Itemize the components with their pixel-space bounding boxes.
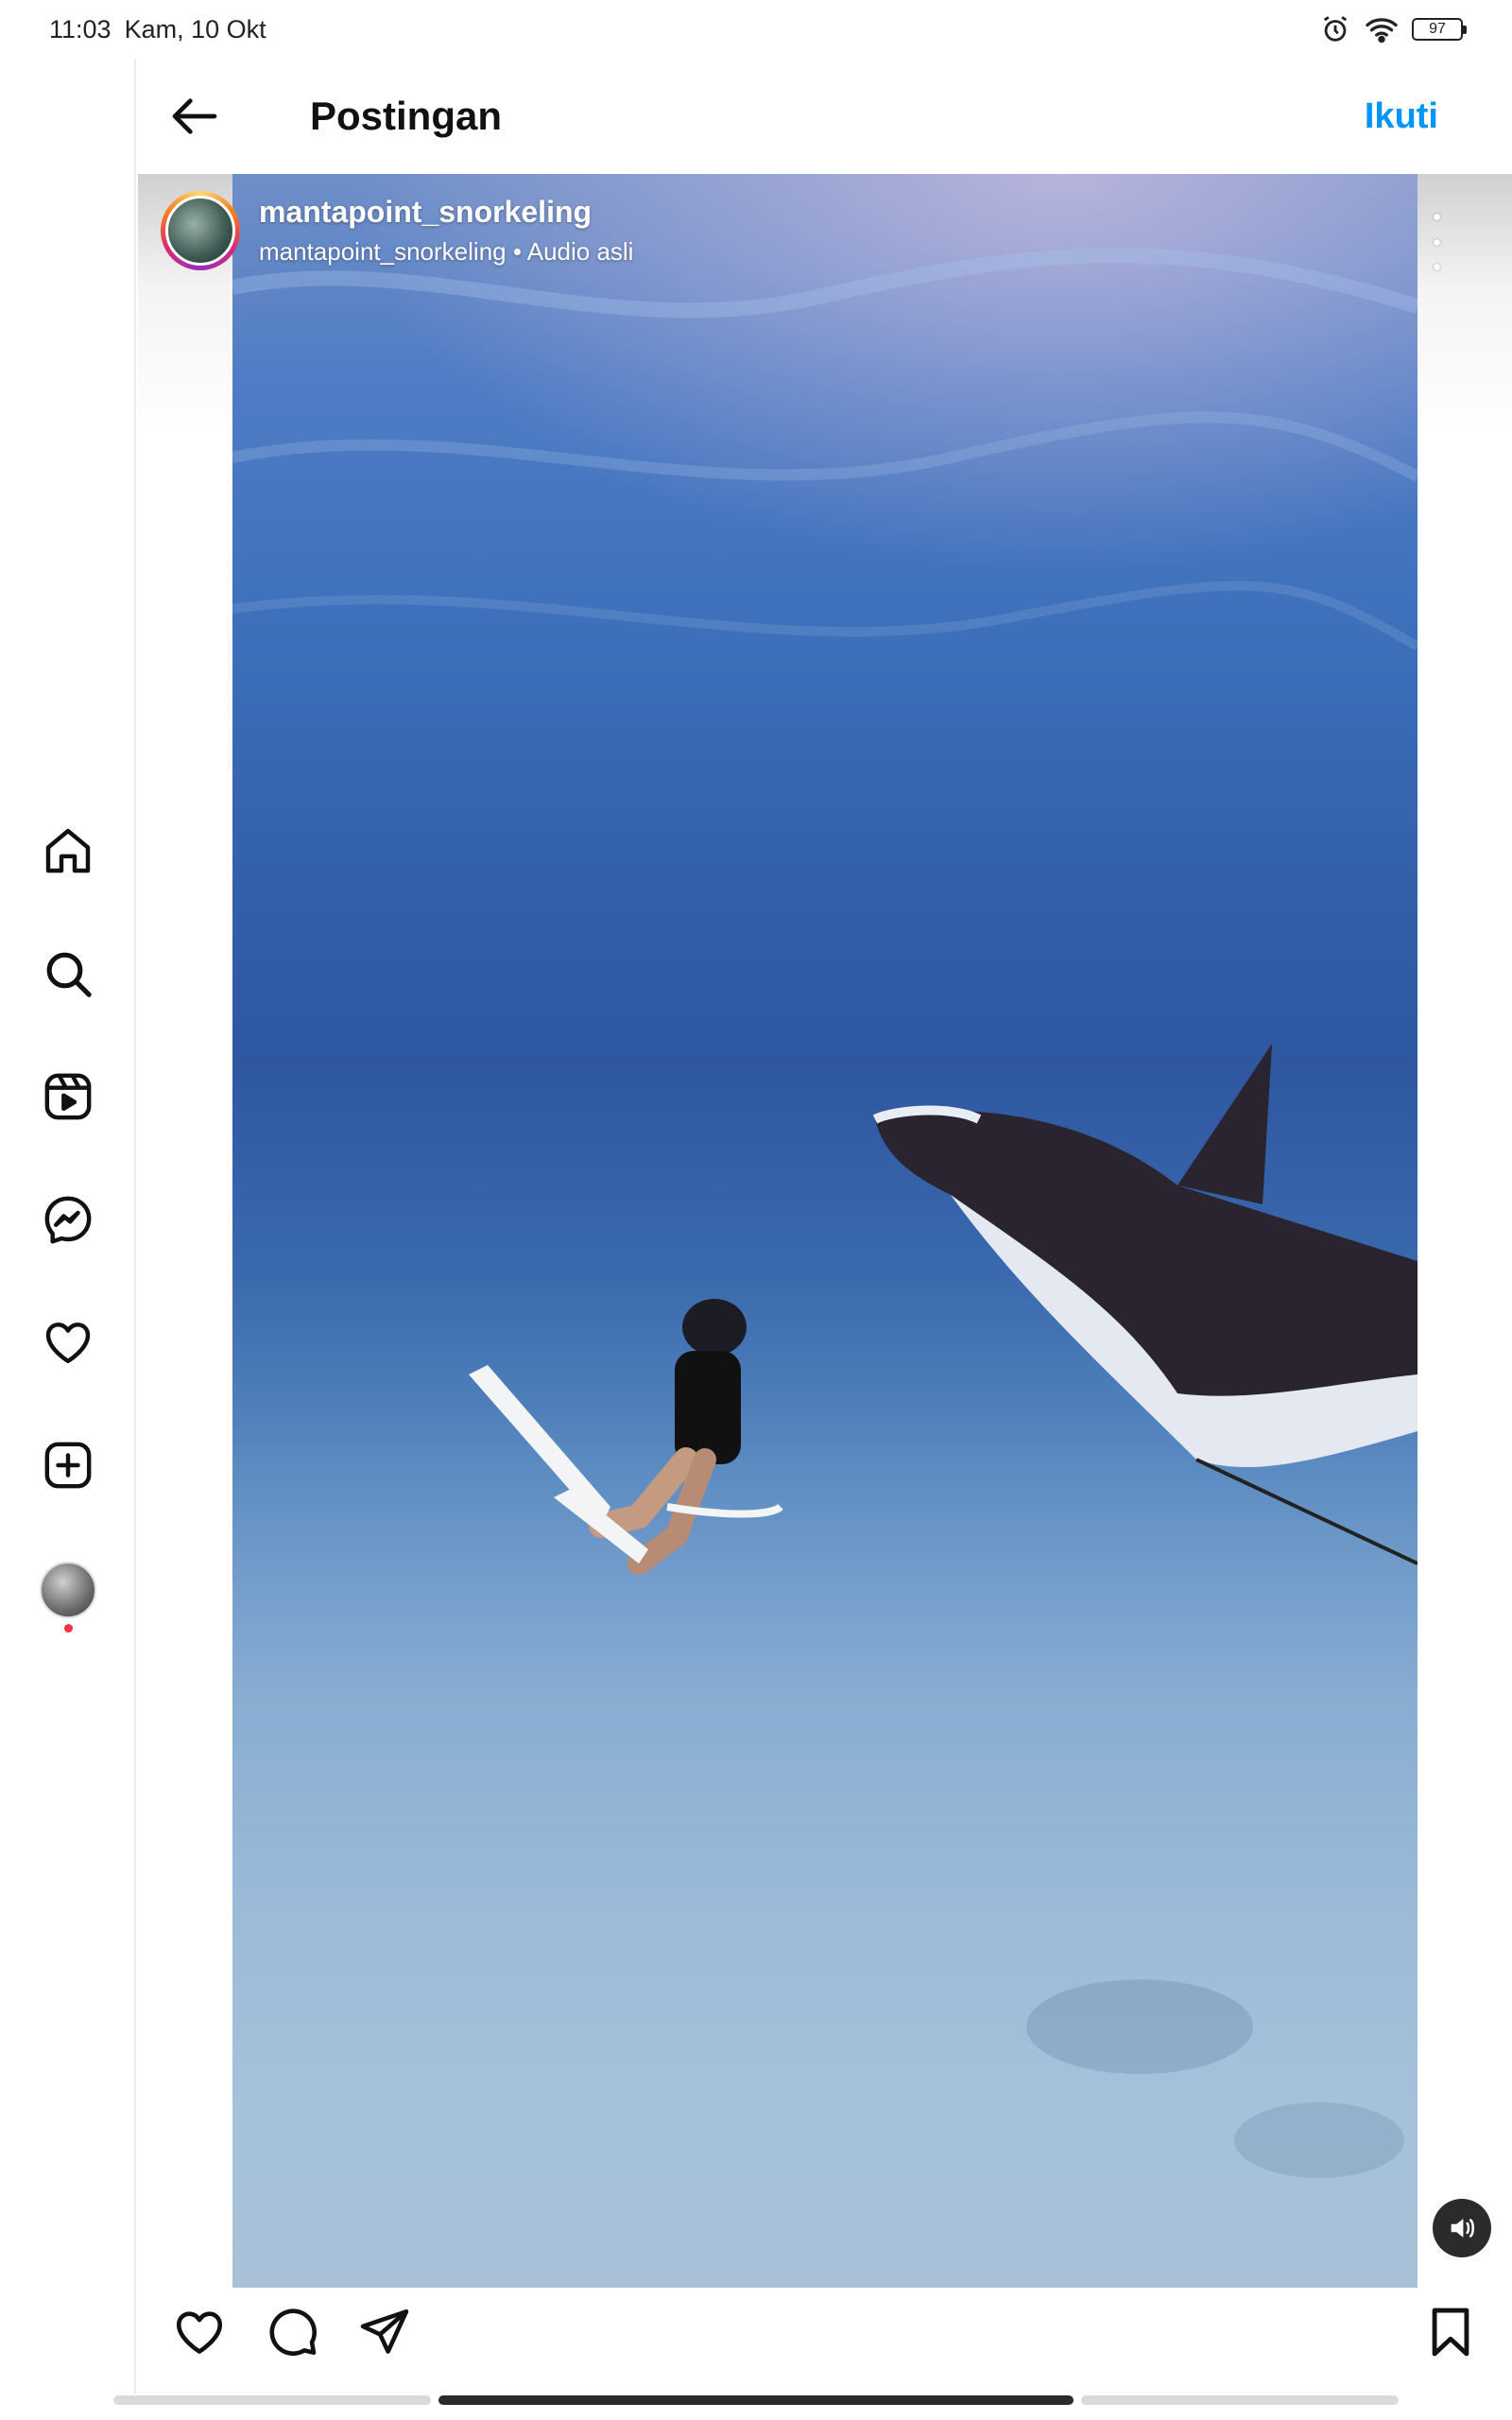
post-video[interactable] bbox=[232, 174, 1418, 2288]
author-username[interactable]: mantapoint_snorkeling bbox=[259, 195, 633, 230]
search-icon[interactable] bbox=[32, 938, 104, 1010]
status-icons: 97 bbox=[1319, 13, 1467, 45]
follow-button[interactable]: Ikuti bbox=[1365, 96, 1438, 137]
home-icon[interactable] bbox=[32, 815, 104, 887]
post: mantapoint_snorkeling mantapoint_snorkel… bbox=[138, 174, 1512, 2288]
like-icon[interactable] bbox=[166, 2299, 232, 2365]
status-date: Kam, 10 Okt bbox=[124, 14, 266, 43]
progress-segment-next bbox=[1081, 2395, 1399, 2405]
messenger-icon[interactable] bbox=[32, 1184, 104, 1255]
page-title: Postingan bbox=[310, 94, 503, 138]
battery-icon: 97 bbox=[1412, 18, 1467, 41]
heart-icon[interactable] bbox=[32, 1306, 104, 1378]
save-icon[interactable] bbox=[1418, 2299, 1484, 2365]
audio-subtitle[interactable]: mantapoint_snorkeling • Audio asli bbox=[259, 237, 633, 267]
comment-icon[interactable] bbox=[259, 2299, 325, 2365]
home-indicator[interactable] bbox=[438, 2395, 1074, 2405]
wifi-icon bbox=[1366, 18, 1398, 43]
post-actions bbox=[138, 2288, 1512, 2382]
author-avatar[interactable] bbox=[161, 191, 240, 270]
create-icon[interactable] bbox=[32, 1429, 104, 1501]
author-meta: mantapoint_snorkeling mantapoint_snorkel… bbox=[259, 195, 633, 267]
more-options-icon[interactable] bbox=[1427, 214, 1446, 270]
profile-avatar[interactable] bbox=[40, 1562, 96, 1618]
reels-icon[interactable] bbox=[32, 1061, 104, 1132]
alarm-icon bbox=[1323, 16, 1348, 42]
battery-level: 97 bbox=[1429, 21, 1446, 37]
sound-icon[interactable] bbox=[1433, 2199, 1491, 2257]
share-icon[interactable] bbox=[352, 2299, 418, 2365]
status-time: 11:03 bbox=[49, 14, 112, 43]
sidebar bbox=[0, 59, 136, 2394]
progress-segment-previous bbox=[113, 2395, 431, 2405]
gesture-bar bbox=[113, 2395, 1399, 2405]
back-arrow-icon[interactable] bbox=[166, 88, 223, 145]
underwater-scene bbox=[232, 174, 1418, 2288]
post-author: mantapoint_snorkeling mantapoint_snorkel… bbox=[161, 191, 633, 270]
status-bar: 11:03 Kam, 10 Okt 97 bbox=[0, 0, 1512, 59]
post-header-bar: Postingan Ikuti bbox=[138, 59, 1512, 174]
notification-dot bbox=[64, 1624, 73, 1633]
